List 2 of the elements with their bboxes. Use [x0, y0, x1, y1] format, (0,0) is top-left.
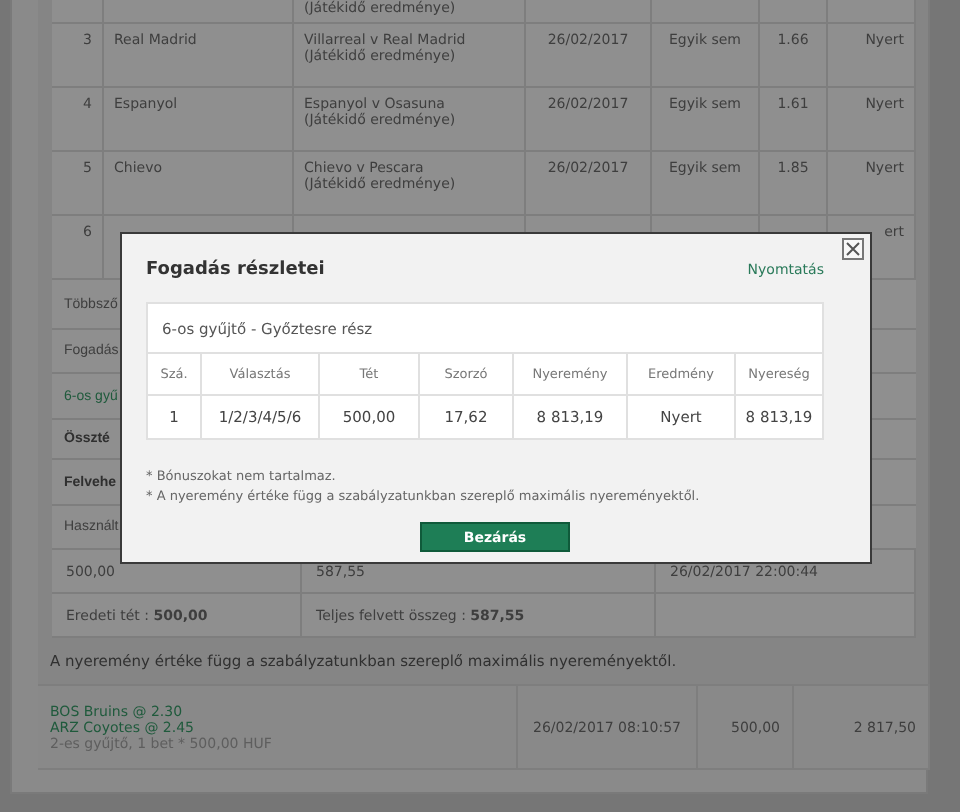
dialog-title: Fogadás részletei — [146, 260, 325, 280]
close-icon[interactable] — [842, 238, 864, 260]
